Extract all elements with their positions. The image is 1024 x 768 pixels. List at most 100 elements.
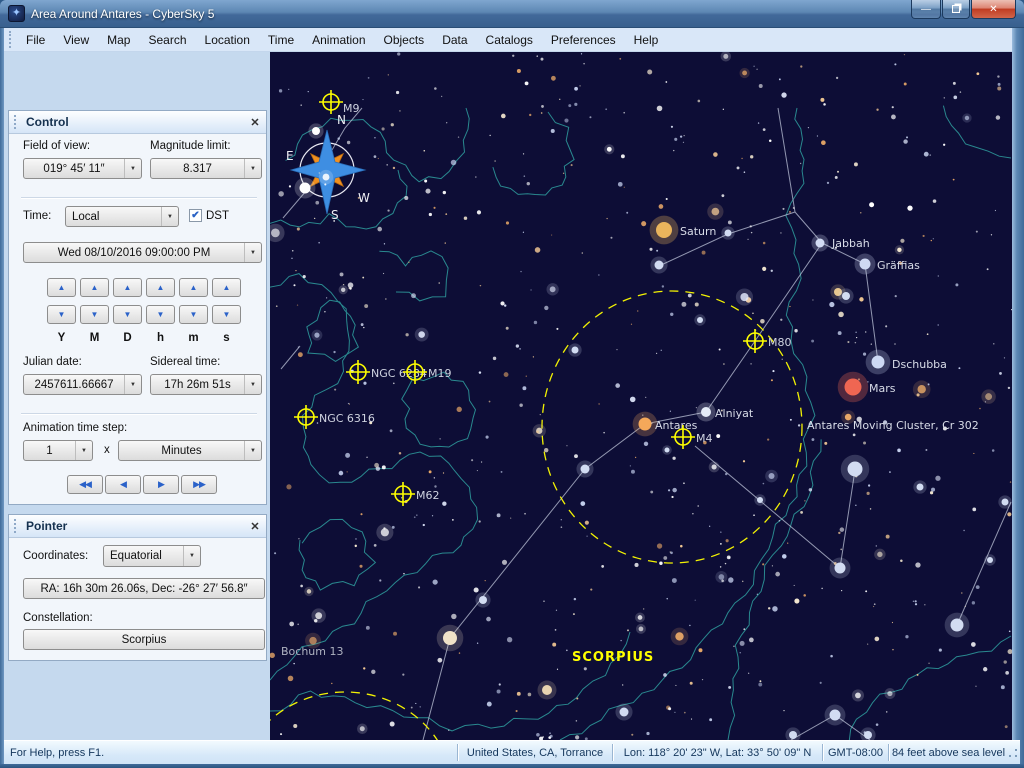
spin-down-s[interactable]: ▼ xyxy=(212,305,241,324)
menu-location[interactable]: Location xyxy=(196,30,259,50)
moving-cluster-label: Antares Moving Cluster, Cr 302 xyxy=(807,419,979,432)
star xyxy=(680,135,682,137)
pointer-position-button[interactable]: RA: 16h 30m 26.06s, Dec: -26° 27′ 56.8″ xyxy=(23,578,265,599)
star xyxy=(675,685,676,686)
menu-time[interactable]: Time xyxy=(259,30,303,50)
star xyxy=(341,288,345,292)
spin-down-D[interactable]: ▼ xyxy=(113,305,142,324)
menu-animation[interactable]: Animation xyxy=(303,30,374,50)
chevron-down-icon[interactable]: ▼ xyxy=(124,159,141,178)
menu-map[interactable]: Map xyxy=(98,30,139,50)
star xyxy=(586,536,587,537)
spin-up-s[interactable]: ▲ xyxy=(212,278,241,297)
julian-date-combo[interactable]: 2457611.66667▼ xyxy=(23,374,142,395)
bright-star xyxy=(312,127,320,135)
star xyxy=(928,663,929,664)
star xyxy=(401,497,402,498)
animate-forward-button[interactable]: ▶ xyxy=(143,475,179,494)
star xyxy=(393,383,395,385)
maximize-button[interactable] xyxy=(942,0,970,19)
star xyxy=(992,449,995,452)
star xyxy=(906,136,908,138)
chevron-down-icon[interactable]: ▼ xyxy=(244,159,261,178)
coordinates-combo[interactable]: Equatorial▼ xyxy=(103,545,201,567)
star xyxy=(960,91,961,92)
star xyxy=(656,353,657,354)
pointer-position-value: RA: 16h 30m 26.06s, Dec: -26° 27′ 56.8″ xyxy=(24,583,264,595)
star xyxy=(519,403,522,406)
bright-star xyxy=(572,347,579,354)
constellation-value-button[interactable]: Scorpius xyxy=(23,629,265,650)
menu-objects[interactable]: Objects xyxy=(375,30,434,50)
star xyxy=(391,123,394,126)
spin-up-M[interactable]: ▲ xyxy=(80,278,109,297)
menu-catalogs[interactable]: Catalogs xyxy=(477,30,542,50)
star xyxy=(340,272,344,276)
spin-down-Y[interactable]: ▼ xyxy=(47,305,76,324)
menu-view[interactable]: View xyxy=(54,30,98,50)
toolbar-grip[interactable] xyxy=(9,31,13,47)
star xyxy=(997,75,999,77)
star xyxy=(363,327,364,328)
panel-grip[interactable] xyxy=(14,519,18,532)
menu-data[interactable]: Data xyxy=(433,30,476,50)
star xyxy=(442,502,446,506)
magnitude-limit-combo[interactable]: 8.317▼ xyxy=(150,158,262,179)
pointer-panel-header[interactable]: Pointer ✕ xyxy=(9,515,266,538)
chevron-down-icon[interactable]: ▼ xyxy=(244,243,261,262)
resize-grip[interactable] xyxy=(1008,741,1020,764)
menu-file[interactable]: File xyxy=(17,30,54,50)
close-icon[interactable]: ✕ xyxy=(248,520,266,533)
time-mode-combo[interactable]: Local▼ xyxy=(65,206,179,227)
star xyxy=(1005,725,1008,728)
star xyxy=(876,545,877,546)
close-button[interactable]: ✕ xyxy=(971,0,1016,19)
chevron-down-icon[interactable]: ▼ xyxy=(244,375,261,394)
checkbox-check-icon[interactable]: ✔ xyxy=(189,209,202,222)
star xyxy=(405,333,408,336)
field-of-view-combo[interactable]: 019° 45′ 11″▼ xyxy=(23,158,142,179)
spin-up-m[interactable]: ▲ xyxy=(179,278,208,297)
dst-checkbox[interactable]: ✔ DST xyxy=(189,209,229,222)
spin-up-h[interactable]: ▲ xyxy=(146,278,175,297)
title-bar[interactable]: ✦ Area Around Antares - CyberSky 5 —✕ xyxy=(0,0,1024,28)
star xyxy=(598,274,599,275)
chevron-down-icon[interactable]: ▼ xyxy=(183,546,200,566)
menu-help[interactable]: Help xyxy=(625,30,668,50)
animate-fast-backward-button[interactable]: ◀◀ xyxy=(67,475,103,494)
star xyxy=(589,116,591,118)
animate-backward-button[interactable]: ◀ xyxy=(105,475,141,494)
animation-step-unit-combo[interactable]: Minutes▼ xyxy=(118,440,262,461)
spin-down-m[interactable]: ▼ xyxy=(179,305,208,324)
chevron-down-icon[interactable]: ▼ xyxy=(124,375,141,394)
animate-fast-forward-button[interactable]: ▶▶ xyxy=(181,475,217,494)
menu-preferences[interactable]: Preferences xyxy=(542,30,625,50)
menu-search[interactable]: Search xyxy=(139,30,195,50)
chevron-down-icon[interactable]: ▼ xyxy=(244,441,261,460)
control-panel: Control ✕ Field of view: Magnitude limit… xyxy=(8,110,267,505)
chevron-down-icon[interactable]: ▼ xyxy=(161,207,178,226)
star xyxy=(445,213,447,215)
star-jabbah xyxy=(816,239,825,248)
spin-up-Y[interactable]: ▲ xyxy=(47,278,76,297)
panel-grip[interactable] xyxy=(14,115,18,128)
animation-step-value-combo[interactable]: 1▼ xyxy=(23,440,93,461)
control-panel-header[interactable]: Control ✕ xyxy=(9,111,266,134)
minimize-button[interactable]: — xyxy=(911,0,941,19)
star xyxy=(377,227,382,232)
datetime-combo[interactable]: Wed 08/10/2016 09:00:00 PM▼ xyxy=(23,242,262,263)
star xyxy=(874,603,876,605)
star xyxy=(610,237,612,239)
chevron-down-icon[interactable]: ▼ xyxy=(75,441,92,460)
star xyxy=(439,438,440,439)
sidereal-time-combo[interactable]: 17h 26m 51s▼ xyxy=(150,374,262,395)
spin-up-D[interactable]: ▲ xyxy=(113,278,142,297)
constellation-label: Constellation: xyxy=(23,612,93,624)
star xyxy=(838,331,842,335)
close-icon[interactable]: ✕ xyxy=(248,116,266,129)
spin-down-M[interactable]: ▼ xyxy=(80,305,109,324)
star xyxy=(429,470,432,473)
star xyxy=(869,202,874,207)
spin-down-h[interactable]: ▼ xyxy=(146,305,175,324)
sky-map[interactable]: NEWSJabbahGräffiasDschubbaAlniyatAntares… xyxy=(270,52,1012,740)
